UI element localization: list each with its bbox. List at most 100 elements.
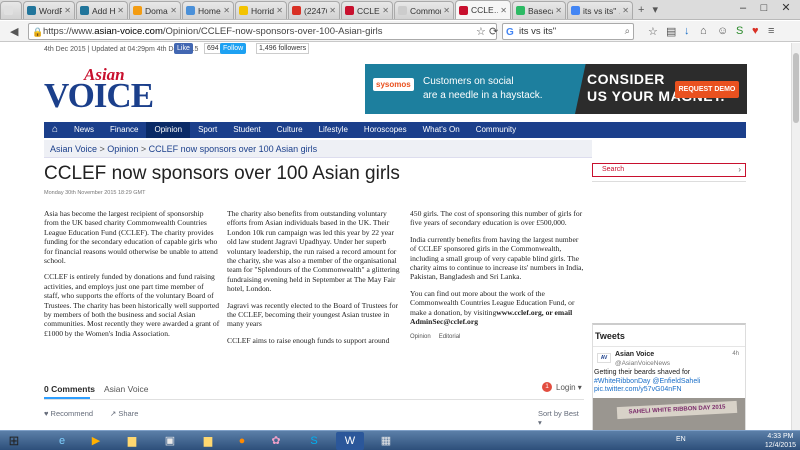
asian-voice-logo[interactable]: Asian VOICE: [44, 65, 154, 115]
tab-close-icon[interactable]: ✕: [223, 6, 230, 15]
close-window-button[interactable]: ✕: [776, 0, 796, 18]
maximize-button[interactable]: □: [754, 0, 774, 18]
chat-icon[interactable]: ☺: [717, 25, 728, 37]
menu-item-what-s-on[interactable]: What's On: [415, 122, 468, 138]
browser-tab[interactable]: WordPres…✕: [23, 1, 75, 19]
menu-item-horoscopes[interactable]: Horoscopes: [356, 122, 415, 138]
windows-taskbar: ⊞ e ▶ ▆ ▣ ▆ ● ✿ S W ▦ EN 4:33 PM 12/4/20…: [0, 430, 800, 450]
twitter-follow-button[interactable]: Follow: [220, 43, 247, 54]
browser-tab[interactable]: (22476 un…✕: [288, 1, 340, 19]
page-scrollbar[interactable]: [791, 43, 800, 430]
menu-item-sport[interactable]: Sport: [190, 122, 225, 138]
browser-tab[interactable]: Horrid H…✕: [235, 1, 287, 19]
tweet-pic-link[interactable]: pic.twitter.com/y57vG04nFN: [594, 386, 733, 395]
tab-close-icon[interactable]: ✕: [117, 6, 124, 15]
tab-list-icon[interactable]: ▾: [648, 1, 662, 19]
media-player-icon[interactable]: ▶: [82, 432, 110, 450]
tweet-author-name[interactable]: Asian Voice: [615, 351, 654, 358]
breadcrumb-home[interactable]: Asian Voice: [50, 144, 97, 154]
notification-badge[interactable]: 1: [542, 382, 552, 392]
bookmark-star-icon[interactable]: ☆: [476, 25, 486, 38]
app-icon[interactable]: ✿: [262, 432, 290, 450]
new-tab-button[interactable]: +: [634, 1, 648, 19]
recommend-button[interactable]: ♥ Recommend: [44, 409, 93, 418]
browser-tab[interactable]: [0, 1, 22, 19]
pocket-icon[interactable]: ♥: [752, 25, 759, 37]
app-icon[interactable]: ▣: [156, 432, 184, 450]
browser-tab[interactable]: its vs its" …✕: [567, 1, 633, 19]
minimize-button[interactable]: –: [733, 0, 753, 18]
browser-tab[interactable]: Domain …✕: [129, 1, 181, 19]
tweet-hashtag-link[interactable]: #WhiteRibbonDay @EnfieldSaheli: [594, 378, 733, 387]
tag-opinion[interactable]: Opinion: [410, 334, 431, 340]
firefox-icon[interactable]: ●: [228, 432, 256, 450]
home-icon[interactable]: ⌂: [700, 25, 707, 37]
app-icon[interactable]: ▦: [372, 432, 400, 450]
tab-close-icon[interactable]: ✕: [443, 6, 450, 15]
address-bar[interactable]: 🔒 https://www.asian-voice.com/Opinion/CCL…: [28, 23, 497, 40]
star-icon[interactable]: ☆: [648, 25, 658, 38]
magnifier-icon[interactable]: ⌕: [625, 24, 630, 39]
tab-label: Home: [198, 5, 221, 16]
tweet-image[interactable]: SAHELI WHITE RIBBON DAY 2015: [593, 398, 745, 430]
tab-close-icon[interactable]: ✕: [329, 6, 336, 15]
ad-line-2: are a needle in a haystack.: [423, 90, 543, 101]
word-icon[interactable]: W: [336, 432, 364, 450]
browser-tab[interactable]: Commonwea…✕: [394, 1, 454, 19]
menu-item-student[interactable]: Student: [225, 122, 269, 138]
avatar[interactable]: AV: [597, 353, 611, 363]
menu-item-lifestyle[interactable]: Lifestyle: [311, 122, 356, 138]
browser-tab[interactable]: CCLEF -…✕: [341, 1, 393, 19]
advertisement-banner[interactable]: sysomos Customers on social are a needle…: [365, 64, 747, 114]
tab-favicon-icon: [516, 6, 525, 15]
home-icon[interactable]: ⌂: [44, 122, 66, 138]
facebook-like-button[interactable]: Like: [174, 43, 193, 54]
folder-icon[interactable]: ▆: [194, 432, 222, 450]
menu-icon[interactable]: ≡: [768, 25, 774, 37]
search-box[interactable]: G its vs its" ⌕: [502, 23, 634, 40]
browser-tab[interactable]: Home ✕: [182, 1, 234, 19]
clock-date: 12/4/2015: [764, 442, 796, 449]
menu-item-community[interactable]: Community: [468, 122, 524, 138]
tab-label: Add HT…: [92, 5, 116, 16]
login-button[interactable]: Login ▾: [556, 383, 582, 392]
clipboard-icon[interactable]: ▤: [666, 25, 676, 38]
search-arrow-icon[interactable]: ›: [738, 164, 741, 176]
tag-editorial[interactable]: Editorial: [439, 334, 461, 340]
download-icon[interactable]: ↓: [684, 25, 690, 37]
addon-s-icon[interactable]: S: [736, 25, 743, 37]
tab-close-icon[interactable]: ✕: [170, 6, 177, 15]
breadcrumb-opinion[interactable]: Opinion: [107, 144, 138, 154]
language-indicator[interactable]: EN: [676, 436, 686, 443]
tab-close-icon[interactable]: ✕: [622, 6, 629, 15]
share-button[interactable]: ↗ Share: [110, 409, 138, 418]
menu-item-news[interactable]: News: [66, 122, 102, 138]
browser-tab[interactable]: Basecam…✕: [512, 1, 566, 19]
tweet-image-text: SAHELI WHITE RIBBON DAY 2015: [616, 400, 738, 420]
menu-item-finance[interactable]: Finance: [102, 122, 146, 138]
windows-start-icon[interactable]: ⊞: [2, 431, 26, 450]
tab-close-icon[interactable]: ✕: [500, 6, 507, 15]
back-icon[interactable]: ◀: [10, 25, 18, 38]
url-prefix: https://www.: [43, 26, 95, 37]
menu-item-opinion[interactable]: Opinion: [146, 122, 191, 138]
ad-request-demo-button[interactable]: REQUEST DEMO: [675, 81, 739, 98]
tweet-author-handle[interactable]: @AsianVoiceNews: [615, 360, 670, 367]
menu-item-culture[interactable]: Culture: [269, 122, 311, 138]
reload-icon[interactable]: ⟳: [489, 25, 498, 38]
browser-tab[interactable]: Add HT…✕: [76, 1, 128, 19]
tab-close-icon[interactable]: ✕: [276, 6, 283, 15]
file-explorer-icon[interactable]: ▆: [118, 432, 146, 450]
sort-dropdown[interactable]: Sort by Best ▾: [538, 409, 584, 427]
tab-close-icon[interactable]: ✕: [555, 6, 562, 15]
system-clock[interactable]: 4:33 PM 12/4/2015: [765, 431, 796, 450]
site-search-input[interactable]: Search ›: [592, 163, 746, 177]
tab-close-icon[interactable]: ✕: [64, 6, 71, 15]
browser-tab[interactable]: CCLE…✕: [455, 0, 511, 19]
skype-icon[interactable]: S: [300, 432, 328, 450]
scrollbar-thumb[interactable]: [793, 53, 799, 123]
comments-tab[interactable]: 0 Comments: [44, 384, 95, 394]
internet-explorer-icon[interactable]: e: [48, 432, 76, 450]
tab-close-icon[interactable]: ✕: [382, 6, 389, 15]
community-tab[interactable]: Asian Voice: [104, 384, 148, 394]
